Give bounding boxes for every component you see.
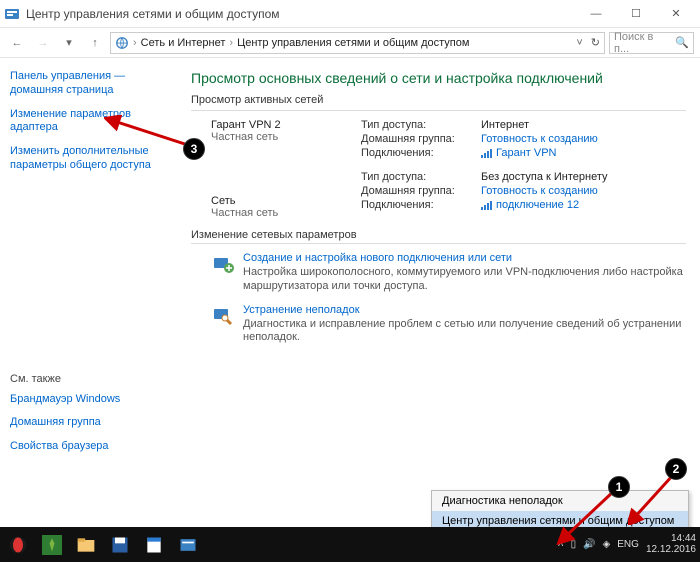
tray-chevron-up-icon[interactable]: ˄ bbox=[558, 539, 564, 550]
breadcrumb-sep: › bbox=[229, 37, 233, 49]
address-bar[interactable]: › Сеть и Интернет › Центр управления сет… bbox=[110, 32, 605, 54]
troubleshoot-icon bbox=[211, 304, 235, 328]
nav-bar: ← → ▾ ↑ › Сеть и Интернет › Центр управл… bbox=[0, 28, 700, 58]
tray-volume-icon[interactable]: 🔊 bbox=[583, 539, 595, 550]
network-kind: Частная сеть bbox=[211, 207, 351, 219]
sidebar-link-adapter-settings[interactable]: Изменение параметров адаптера bbox=[10, 108, 175, 136]
sidebar-link-advanced-sharing[interactable]: Изменить дополнительные параметры общего… bbox=[10, 145, 175, 173]
change-settings-label: Изменение сетевых параметров bbox=[191, 229, 686, 241]
ctx-item-diagnose[interactable]: Диагностика неполадок bbox=[432, 491, 688, 511]
nav-up-button[interactable]: ↑ bbox=[84, 32, 106, 54]
search-input[interactable]: Поиск в п... 🔍 bbox=[609, 32, 694, 54]
connection-link[interactable]: подключение 12 bbox=[481, 199, 579, 211]
kv-key: Тип доступа: bbox=[361, 171, 481, 183]
kv-key: Подключения: bbox=[361, 199, 481, 211]
tray-language[interactable]: ENG bbox=[617, 539, 639, 550]
homegroup-link[interactable]: Готовность к созданию bbox=[481, 133, 598, 145]
system-tray: ˄ ▯ 🔊 ◈ ENG 14:44 12.12.2016 bbox=[558, 534, 696, 555]
active-networks-label: Просмотр активных сетей bbox=[191, 94, 686, 106]
main-content: Просмотр основных сведений о сети и наст… bbox=[185, 58, 700, 507]
task-desc: Настройка широкополосного, коммутируемог… bbox=[243, 266, 686, 294]
signal-icon bbox=[481, 148, 493, 158]
new-connection-icon bbox=[211, 252, 235, 276]
breadcrumb-root[interactable]: Сеть и Интернет bbox=[141, 37, 226, 49]
taskbar-app-control-panel[interactable] bbox=[174, 531, 202, 559]
taskbar-app-save[interactable] bbox=[106, 531, 134, 559]
nav-dropdown-icon[interactable]: ▾ bbox=[58, 32, 80, 54]
task-desc: Диагностика и исправление проблем с сеть… bbox=[243, 318, 686, 346]
signal-icon bbox=[481, 200, 493, 210]
task-troubleshoot[interactable]: Устранение неполадок Диагностика и испра… bbox=[211, 304, 686, 346]
refresh-button[interactable]: ↻ bbox=[591, 36, 600, 49]
address-dropdown-icon[interactable]: ˅ bbox=[576, 37, 582, 49]
kv-key: Домашняя группа: bbox=[361, 185, 481, 197]
search-icon: 🔍 bbox=[675, 36, 689, 49]
window-title: Центр управления сетями и общим доступом bbox=[26, 7, 576, 21]
task-title[interactable]: Устранение неполадок bbox=[243, 304, 686, 316]
network-icon bbox=[115, 36, 129, 50]
sidebar-link-browser-props[interactable]: Свойства браузера bbox=[10, 440, 175, 454]
network-name: Сеть bbox=[211, 195, 351, 207]
sidebar: Панель управления — домашняя страница Из… bbox=[0, 58, 185, 507]
taskbar-app-opera[interactable] bbox=[4, 531, 32, 559]
network-name: Гарант VPN 2 bbox=[211, 119, 351, 131]
kv-value: Без доступа к Интернету bbox=[481, 171, 608, 183]
network-block: Гарант VPN 2 Частная сеть Тип доступа:Ин… bbox=[191, 119, 686, 161]
close-button[interactable]: ✕ bbox=[656, 2, 696, 26]
tray-battery-icon[interactable]: ▯ bbox=[571, 539, 577, 550]
nav-back-button[interactable]: ← bbox=[6, 32, 28, 54]
task-title[interactable]: Создание и настройка нового подключения … bbox=[243, 252, 686, 264]
window-titlebar: Центр управления сетями и общим доступом… bbox=[0, 0, 700, 28]
network-kind: Частная сеть bbox=[211, 131, 351, 143]
control-panel-icon bbox=[4, 6, 20, 22]
page-heading: Просмотр основных сведений о сети и наст… bbox=[191, 70, 686, 86]
breadcrumb-current[interactable]: Центр управления сетями и общим доступом bbox=[237, 37, 469, 49]
tray-context-menu: Диагностика неполадок Центр управления с… bbox=[431, 490, 689, 532]
sidebar-link-firewall[interactable]: Брандмауэр Windows bbox=[10, 393, 175, 407]
task-new-connection[interactable]: Создание и настройка нового подключения … bbox=[211, 252, 686, 294]
sidebar-see-also-label: См. также bbox=[10, 373, 175, 385]
tray-date: 12.12.2016 bbox=[646, 545, 696, 556]
kv-key: Подключения: bbox=[361, 147, 481, 159]
connection-link[interactable]: Гарант VPN bbox=[481, 147, 556, 159]
taskbar-app-green[interactable] bbox=[38, 531, 66, 559]
sidebar-link-homegroup[interactable]: Домашняя группа bbox=[10, 416, 175, 430]
annotation-badge-1: 1 bbox=[608, 476, 630, 498]
sidebar-link-control-panel-home[interactable]: Панель управления — домашняя страница bbox=[10, 70, 175, 98]
kv-value: Интернет bbox=[481, 119, 529, 131]
kv-key: Тип доступа: bbox=[361, 119, 481, 131]
breadcrumb-sep: › bbox=[133, 37, 137, 49]
kv-key: Домашняя группа: bbox=[361, 133, 481, 145]
minimize-button[interactable]: — bbox=[576, 2, 616, 26]
tray-network-icon[interactable]: ◈ bbox=[603, 539, 611, 550]
annotation-badge-2: 2 bbox=[665, 458, 687, 480]
taskbar-app-explorer[interactable] bbox=[72, 531, 100, 559]
taskbar-app-sheet[interactable] bbox=[140, 531, 168, 559]
tray-clock[interactable]: 14:44 12.12.2016 bbox=[646, 534, 696, 555]
maximize-button[interactable]: ☐ bbox=[616, 2, 656, 26]
tray-time: 14:44 bbox=[646, 534, 696, 545]
annotation-badge-3: 3 bbox=[183, 138, 205, 160]
nav-forward-button: → bbox=[32, 32, 54, 54]
network-block: Сеть Частная сеть Тип доступа:Без доступ… bbox=[191, 171, 686, 219]
taskbar: ˄ ▯ 🔊 ◈ ENG 14:44 12.12.2016 bbox=[0, 527, 700, 562]
homegroup-link[interactable]: Готовность к созданию bbox=[481, 185, 598, 197]
search-placeholder: Поиск в п... bbox=[614, 31, 671, 55]
